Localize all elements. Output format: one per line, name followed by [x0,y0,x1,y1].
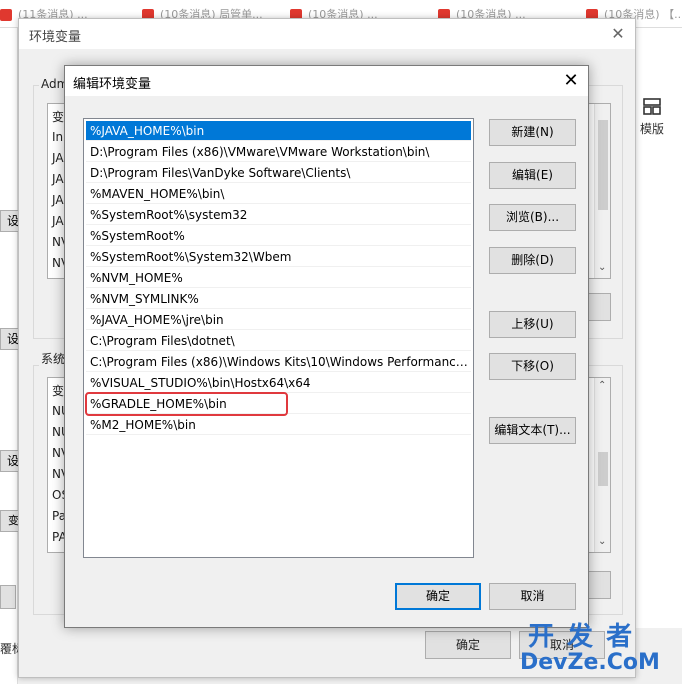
path-item[interactable]: %SystemRoot% [86,226,471,246]
path-item[interactable]: %JAVA_HOME%\jre\bin [86,310,471,330]
watermark-domain: DevZe.CoM [520,650,660,675]
chevron-up-icon[interactable]: ⌃ [598,380,606,391]
path-item[interactable]: D:\Program Files\VanDyke Software\Client… [86,163,471,183]
bg-set-button[interactable]: 设 [0,328,20,350]
close-icon[interactable]: ✕ [607,23,629,45]
path-item[interactable]: %MAVEN_HOME%\bin\ [86,184,471,204]
edit-env-variable-dialog: 编辑环境变量 ✕ %JAVA_HOME%\bin D:\Program File… [64,65,589,628]
path-item-selected[interactable]: %JAVA_HOME%\bin [86,121,471,141]
path-item[interactable]: D:\Program Files (x86)\VMware\VMware Wor… [86,142,471,162]
dialog-title: 编辑环境变量 [73,77,152,92]
scrollbar[interactable]: ⌃ ⌄ [594,378,610,552]
scrollbar-thumb[interactable] [598,120,608,210]
path-item[interactable]: C:\Program Files (x86)\Windows Kits\10\W… [86,352,471,372]
move-up-button[interactable]: 上移(U) [489,311,576,338]
cancel-button[interactable]: 取消 [489,583,576,610]
scrollbar-thumb[interactable] [598,452,608,486]
edit-text-button[interactable]: 编辑文本(T)... [489,417,576,444]
env-window-titlebar: 环境变量 ✕ [19,19,635,49]
move-down-button[interactable]: 下移(O) [489,353,576,380]
template-label: 模版 [640,122,665,136]
watermark-logo: 开 发 者 [528,622,635,652]
background-page-right: 模版 [636,28,682,628]
close-icon[interactable]: ✕ [560,70,582,92]
new-button[interactable]: 新建(N) [489,119,576,146]
scrollbar[interactable]: ⌄ [594,104,610,278]
chevron-down-icon[interactable]: ⌄ [598,262,606,273]
list-item[interactable]: JA [52,172,64,186]
bg-variable-button[interactable]: 变量 [0,510,20,532]
path-item[interactable]: %SystemRoot%\system32 [86,205,471,225]
dialog-titlebar: 编辑环境变量 ✕ [65,66,588,96]
list-item[interactable]: JA [52,214,64,228]
bg-set-button[interactable]: 设 [0,450,20,472]
csdn-icon [0,9,12,21]
path-item[interactable]: C:\Program Files\dotnet\ [86,331,471,351]
system-variables-label: 系统 [39,350,68,367]
list-item[interactable]: JA [52,193,64,207]
ok-button[interactable]: 确定 [395,583,481,610]
browse-button[interactable]: 浏览(B)... [489,204,576,231]
list-header: 变 [52,384,65,398]
path-item[interactable]: %NVM_SYMLINK% [86,289,471,309]
template-icon[interactable] [642,98,668,120]
edit-button[interactable]: 编辑(E) [489,162,576,189]
path-list[interactable]: %JAVA_HOME%\bin D:\Program Files (x86)\V… [83,118,474,558]
env-window-title: 环境变量 [29,30,82,45]
list-item[interactable]: In [52,130,63,144]
path-item[interactable]: %M2_HOME%\bin [86,415,471,435]
bg-set-button[interactable]: 设 [0,210,20,232]
list-header: 变 [52,110,65,124]
delete-button[interactable]: 删除(D) [489,247,576,274]
bg-button[interactable] [0,585,16,609]
path-item[interactable]: %SystemRoot%\System32\Wbem [86,247,471,267]
path-item[interactable]: %VISUAL_STUDIO%\bin\Hostx64\x64 [86,373,471,393]
env-ok-button[interactable]: 确定 [425,631,511,659]
path-item[interactable]: %NVM_HOME% [86,268,471,288]
chevron-down-icon[interactable]: ⌄ [598,536,606,547]
highlight-box [85,392,288,416]
list-item[interactable]: JA [52,151,64,165]
